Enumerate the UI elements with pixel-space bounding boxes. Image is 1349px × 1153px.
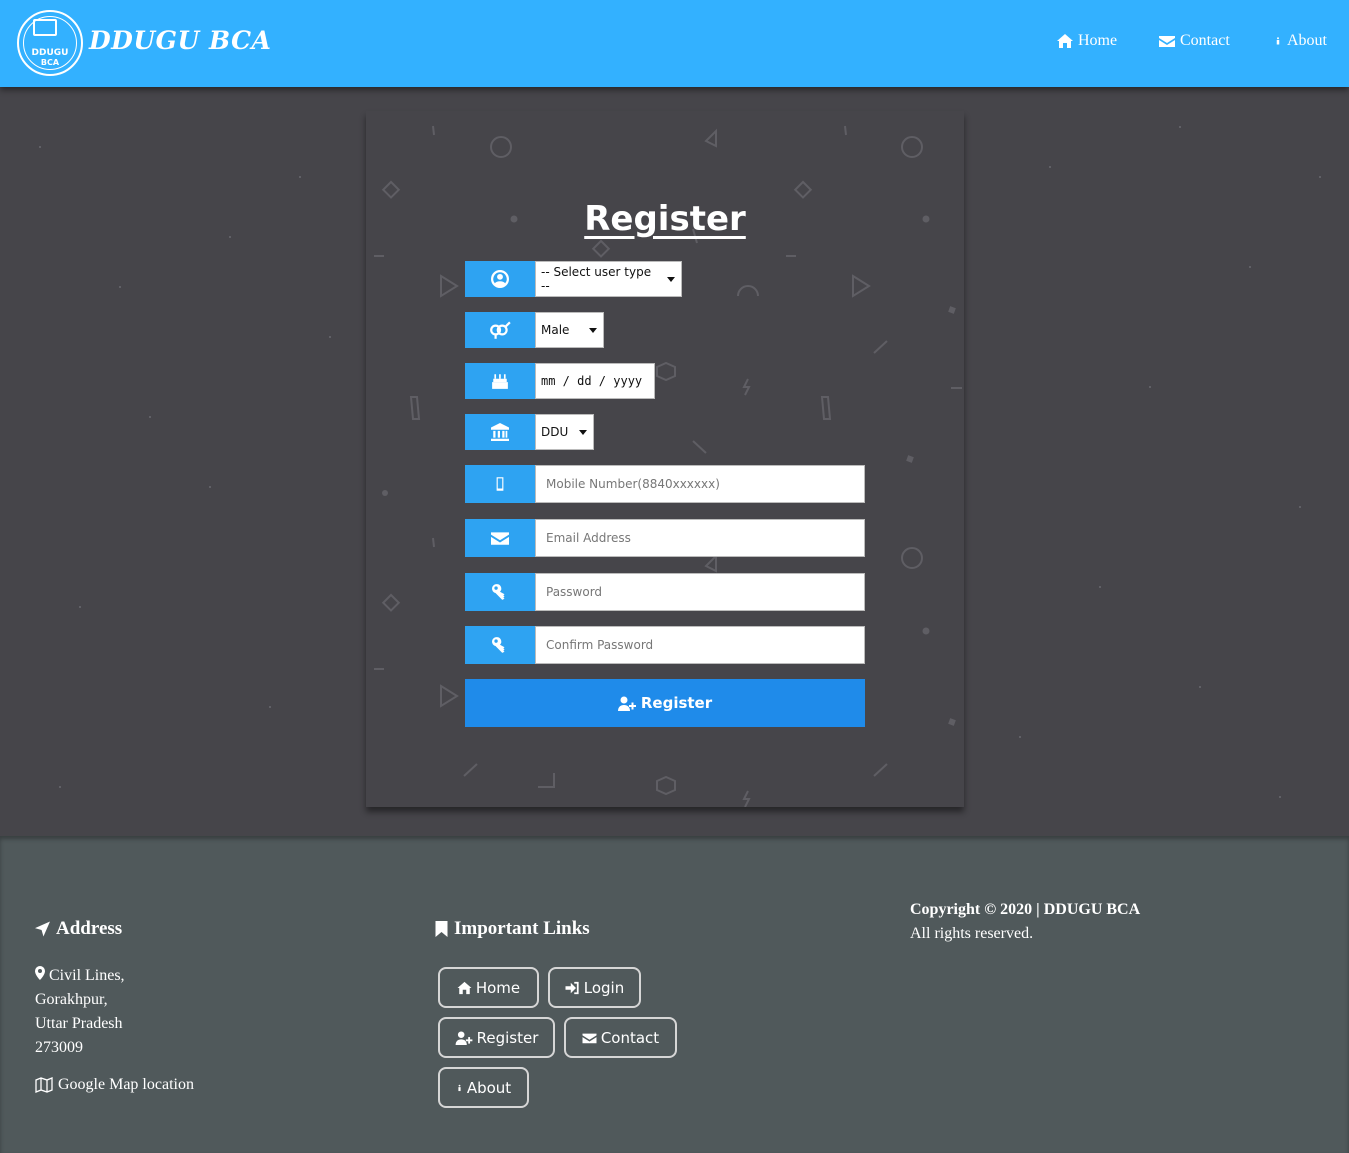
password-row [465, 573, 865, 611]
envelope-icon [1159, 36, 1175, 47]
nav-home-link[interactable]: Home [1057, 32, 1117, 50]
logo[interactable]: DDUGU BCA [17, 10, 83, 76]
mobile-input[interactable] [535, 465, 865, 503]
footer-login-button[interactable]: Login [548, 967, 641, 1008]
mobile-icon [496, 477, 504, 491]
footer-about-label: About [466, 1078, 512, 1097]
password-input[interactable] [535, 573, 865, 611]
book-icon [33, 19, 57, 36]
info-icon [458, 1084, 461, 1091]
dob-input[interactable]: mm / dd / yyyy [535, 363, 655, 399]
nav-contact-label: Contact [1180, 32, 1230, 49]
mobile-row [465, 465, 865, 503]
confirm-password-input[interactable] [535, 626, 865, 664]
address-line-1: Civil Lines, [49, 967, 125, 984]
chevron-down-icon [667, 276, 675, 282]
user-type-value: -- Select user type -- [541, 265, 652, 293]
page-title: Register [584, 199, 746, 239]
copyright-text: Copyright © 2020 | DDUGU BCA [910, 901, 1141, 918]
chevron-down-icon [589, 327, 597, 333]
bookmark-icon [435, 921, 448, 937]
home-icon [1057, 34, 1073, 48]
college-value: DDU [541, 425, 569, 439]
user-type-row: -- Select user type -- [465, 261, 682, 297]
user-plus-icon [617, 696, 636, 711]
address-line-2: Gorakhpur, [35, 991, 108, 1008]
map-icon [35, 1077, 53, 1093]
gender-row: Male [465, 312, 604, 348]
dob-addon [465, 363, 535, 399]
address-block: Civil Lines, Gorakhpur, Uttar Pradesh 27… [35, 964, 125, 1060]
key-icon [491, 584, 505, 600]
footer-contact-label: Contact [600, 1028, 660, 1047]
home-icon [457, 981, 472, 994]
user-type-select[interactable]: -- Select user type -- [535, 261, 682, 297]
footer-about-button[interactable]: About [438, 1067, 529, 1108]
user-circle-icon [491, 270, 509, 288]
email-addon [465, 519, 535, 557]
gender-select[interactable]: Male [535, 312, 604, 348]
nav-home-label: Home [1078, 32, 1118, 49]
location-arrow-icon [35, 921, 50, 937]
footer-register-label: Register [476, 1028, 539, 1047]
google-map-link[interactable]: Google Map location [35, 1076, 194, 1094]
footer-contact-button[interactable]: Contact [564, 1017, 677, 1058]
footer-login-label: Login [583, 978, 625, 997]
dob-row: mm / dd / yyyy [465, 363, 655, 399]
nav-about-label: About [1287, 32, 1327, 49]
address-line-3: Uttar Pradesh [35, 1015, 123, 1032]
confirm-password-row [465, 626, 865, 664]
copyright-block: Copyright © 2020 | DDUGU BCA All rights … [910, 898, 1140, 946]
footer: Address Civil Lines, Gorakhpur, Uttar Pr… [0, 836, 1349, 1153]
register-button-label: Register [640, 694, 713, 712]
rights-text: All rights reserved. [910, 925, 1034, 942]
college-row: DDU [465, 414, 594, 450]
university-icon [491, 423, 509, 441]
mobile-addon [465, 465, 535, 503]
email-input[interactable] [535, 519, 865, 557]
address-line: Civil Lines, [35, 964, 125, 988]
college-select[interactable]: DDU [535, 414, 594, 450]
address-line-4: 273009 [35, 1039, 83, 1056]
logo-subtext: BCA [40, 58, 60, 67]
address-heading-label: Address [56, 918, 123, 939]
user-plus-icon [455, 1030, 473, 1045]
college-addon [465, 414, 535, 450]
navbar: DDUGU BCA DDUGU BCA Home Contact About [0, 0, 1349, 87]
address-heading: Address [35, 918, 122, 940]
gender-value: Male [541, 323, 570, 337]
birthday-cake-icon [492, 374, 508, 389]
logo-text: DDUGU [31, 48, 69, 58]
footer-register-button[interactable]: Register [438, 1017, 555, 1058]
gender-addon [465, 312, 535, 348]
links-heading-label: Important Links [454, 918, 590, 939]
gender-icon [490, 321, 511, 339]
register-button[interactable]: Register [465, 679, 865, 727]
brand-name[interactable]: DDUGU BCA [89, 26, 271, 55]
key-icon [491, 637, 505, 653]
nav-contact-link[interactable]: Contact [1159, 32, 1230, 50]
footer-home-button[interactable]: Home [438, 967, 539, 1008]
links-heading: Important Links [435, 918, 590, 940]
main-section: Register -- Select user type -- Male mm … [0, 87, 1349, 836]
footer-home-label: Home [475, 978, 521, 997]
map-marker-icon [35, 966, 45, 980]
envelope-icon [491, 532, 509, 545]
register-card: Register -- Select user type -- Male mm … [366, 111, 964, 807]
nav-about-link[interactable]: About [1274, 32, 1327, 50]
chevron-down-icon [579, 429, 587, 435]
user-type-addon [465, 261, 535, 297]
google-map-label: Google Map location [58, 1076, 194, 1093]
envelope-icon [582, 1033, 597, 1043]
sign-in-icon [565, 981, 579, 994]
password-addon [465, 573, 535, 611]
confirm-password-addon [465, 626, 535, 664]
email-row [465, 519, 865, 557]
info-icon [1276, 37, 1280, 45]
